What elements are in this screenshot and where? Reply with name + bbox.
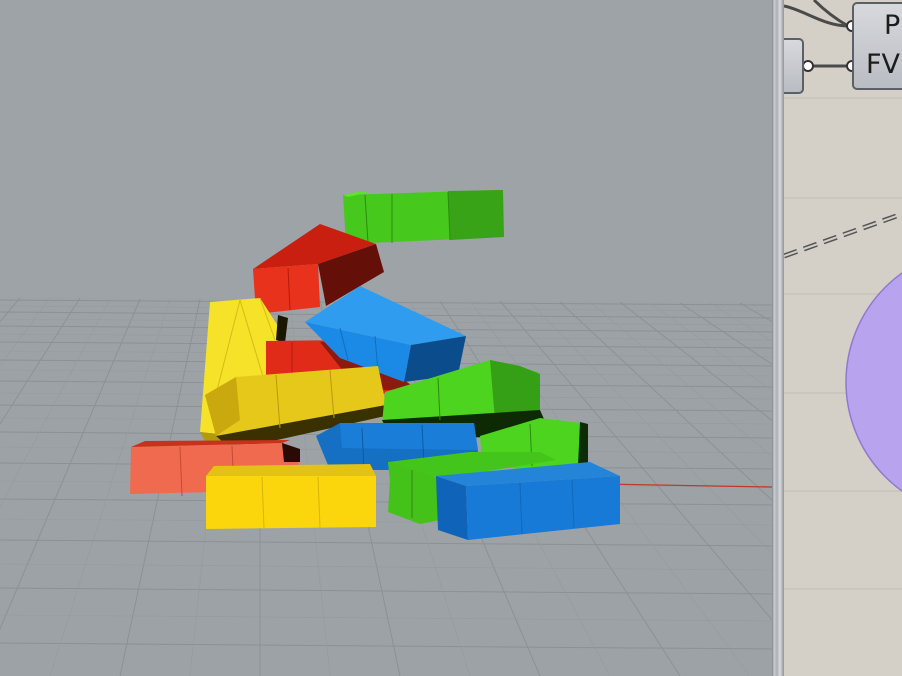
yellow-block-bottom[interactable] xyxy=(206,464,376,529)
panel-splitter[interactable] xyxy=(772,0,784,676)
output-port-left[interactable] xyxy=(802,60,814,72)
component-input-label-p: P xyxy=(884,10,901,41)
grasshopper-component-left[interactable] xyxy=(784,38,804,94)
grasshopper-canvas-graphics xyxy=(784,0,902,590)
component-input-label-fv: FV xyxy=(866,49,901,80)
green-block-top[interactable] xyxy=(343,190,504,244)
rhino-viewport[interactable] xyxy=(0,0,772,676)
viewport-background xyxy=(0,0,772,300)
viewport-canvas[interactable] xyxy=(0,0,772,676)
circle-preview xyxy=(845,272,902,492)
grasshopper-canvas[interactable]: P FV xyxy=(784,0,902,676)
